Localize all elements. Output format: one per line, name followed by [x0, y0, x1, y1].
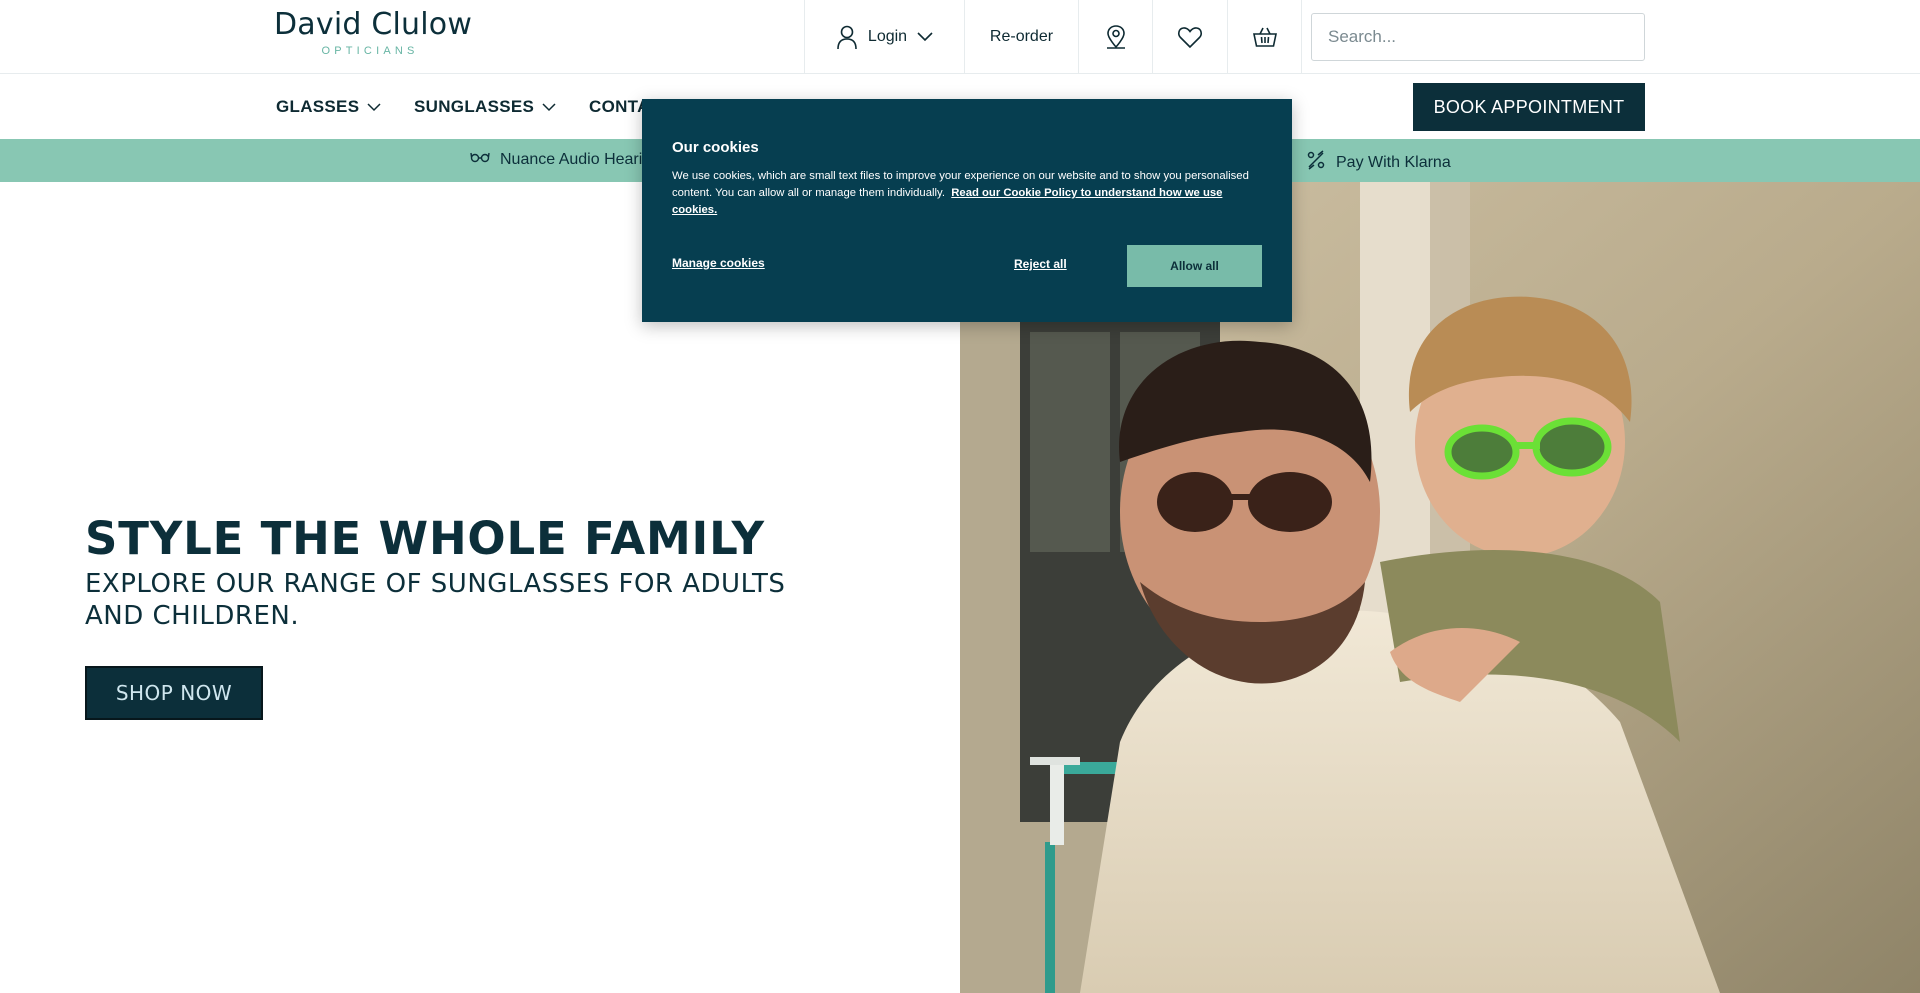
manage-cookies-button[interactable]: Manage cookies: [672, 256, 765, 270]
site-header: David Clulow OPTICIANS Login Re-order: [0, 0, 1920, 74]
user-icon: [836, 24, 858, 50]
cookie-banner: Our cookies We use cookies, which are sm…: [642, 99, 1292, 322]
nav-item-contact[interactable]: CONTA: [589, 97, 650, 117]
login-label: Login: [867, 28, 908, 45]
basket-button[interactable]: [1227, 0, 1302, 74]
shop-now-button[interactable]: SHOP NOW: [85, 666, 263, 720]
book-appointment-button[interactable]: BOOK APPOINTMENT: [1413, 83, 1645, 131]
allow-all-button[interactable]: Allow all: [1127, 245, 1262, 287]
login-button[interactable]: Login: [804, 0, 964, 74]
chevron-down-icon: [917, 32, 933, 42]
reject-all-button[interactable]: Reject all: [1014, 257, 1067, 271]
wishlist-button[interactable]: [1152, 0, 1227, 74]
basket-icon: [1252, 25, 1278, 49]
promo-label: Nuance Audio Heari: [500, 150, 643, 168]
store-locator-icon: [1103, 24, 1129, 50]
chevron-down-icon: [367, 97, 381, 117]
reorder-label: Re-order: [989, 28, 1054, 45]
search-input[interactable]: [1311, 13, 1645, 61]
cookie-title: Our cookies: [672, 139, 759, 156]
logo[interactable]: David Clulow OPTICIANS: [274, 7, 473, 64]
cookie-body: We use cookies, which are small text fil…: [672, 168, 1268, 219]
hero-subtitle: EXPLORE OUR RANGE OF SUNGLASSES FOR ADUL…: [85, 569, 786, 631]
nav-item-glasses[interactable]: GLASSES: [276, 97, 381, 117]
chevron-down-icon: [542, 97, 556, 117]
nav-item-label: GLASSES: [276, 97, 360, 116]
promo-item-nuance[interactable]: Nuance Audio Heari: [470, 150, 642, 169]
logo-name: David Clulow: [274, 7, 473, 42]
klarna-icon: [1306, 150, 1326, 175]
hero-title: STYLE THE WHOLE FAMILY: [85, 512, 765, 565]
promo-label: Pay With Klarna: [1336, 153, 1451, 171]
glasses-icon: [470, 150, 490, 169]
logo-subtitle: OPTICIANS: [321, 45, 419, 57]
nav-item-sunglasses[interactable]: SUNGLASSES: [414, 97, 556, 117]
heart-icon: [1177, 25, 1203, 49]
promo-item-klarna[interactable]: Pay With Klarna: [1306, 150, 1451, 175]
store-locator-button[interactable]: [1078, 0, 1152, 74]
nav-item-label: CONTA: [589, 97, 650, 116]
nav-item-label: SUNGLASSES: [414, 97, 535, 116]
reorder-link[interactable]: Re-order: [964, 0, 1078, 74]
